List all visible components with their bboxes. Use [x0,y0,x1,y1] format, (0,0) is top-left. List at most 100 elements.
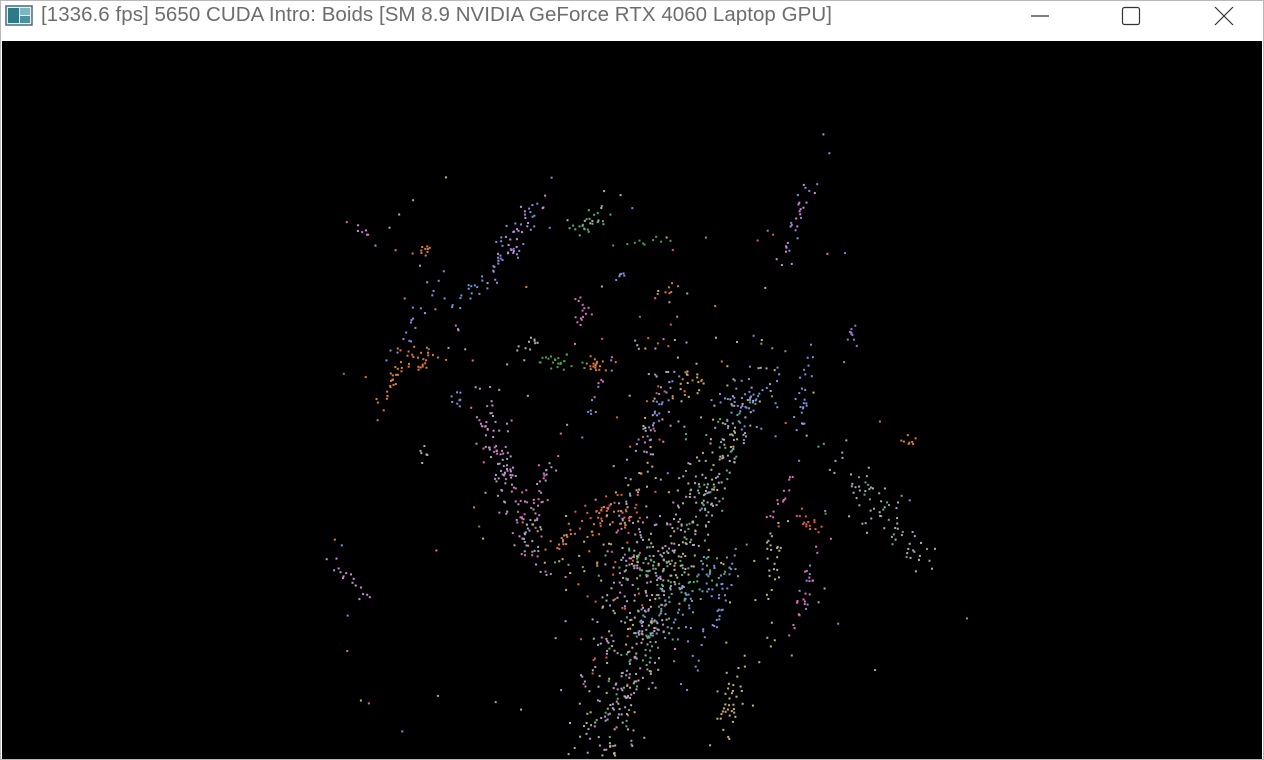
boid-particle [805,201,808,204]
boid-particle [685,341,688,344]
boid-particle [805,434,808,437]
boid-particle [520,223,522,226]
boid-particle [689,541,692,544]
boid-particle [424,312,427,314]
boid-particle [589,368,592,371]
boid-particle [660,403,663,406]
boid-particle [697,381,700,384]
boid-particle [733,396,736,399]
boid-particle [519,499,522,502]
boid-particle [667,371,670,373]
boid-particle [809,564,811,567]
boid-particle [796,237,799,240]
boid-particle [602,543,605,546]
boid-particle [660,607,663,610]
boid-particle [633,680,636,683]
boid-particle [659,386,662,389]
boid-particle [539,480,541,483]
boid-particle [900,534,903,537]
boid-particle [730,411,733,414]
boid-particle [689,463,692,465]
boid-particle [680,591,683,594]
minimize-button[interactable] [994,1,1086,31]
boid-particle [828,152,831,155]
boid-particle [698,485,701,488]
boid-particle [573,532,576,535]
boid-particle [804,515,807,518]
boid-particle [594,600,597,603]
boid-particle [642,561,645,564]
boid-particle [396,347,399,350]
boid-particle [470,285,473,288]
boid-particle [554,561,557,564]
boid-particle [612,640,615,643]
boid-particle [633,711,636,714]
boid-particle [805,569,808,572]
boid-particle [512,247,515,250]
boid-particle [549,573,552,575]
boid-particle [721,454,724,457]
boid-particle [687,462,690,465]
boid-particle [451,306,454,309]
boid-particle [646,435,649,438]
boid-particle [641,659,644,662]
boid-particle [726,384,729,387]
boid-particle [882,508,885,511]
boid-particle [598,533,601,536]
boid-particle [652,555,655,557]
boid-particle [598,744,601,747]
maximize-button[interactable] [1085,1,1177,31]
boid-particle [583,227,586,230]
boid-particle [544,570,547,573]
boid-particle [634,507,637,509]
boid-particle [719,418,722,421]
boid-particle [668,292,671,295]
boid-particle [540,528,543,531]
boid-particle [804,389,807,391]
boids-simulation-viewport[interactable] [2,41,1262,759]
app-icon[interactable] [5,4,33,26]
boid-particle [638,528,641,531]
boid-particle [411,306,414,309]
boid-particle [514,500,517,503]
boid-particle [562,540,564,543]
boid-particle [547,357,550,360]
boid-particle [671,397,674,400]
boid-particle [629,686,632,689]
boid-particle [744,405,747,408]
boid-particle [479,422,482,425]
boid-particle [621,547,624,549]
boid-particle [620,653,623,656]
boid-particle [386,390,389,393]
boid-particle [737,575,739,578]
boid-particle [679,518,681,521]
boid-particle [671,527,674,529]
boid-particle [471,359,474,362]
boid-particle [784,350,787,353]
boid-particle [598,368,601,371]
boid-particle [833,471,836,474]
boid-particle [655,574,658,577]
boid-particle [604,563,607,566]
title-bar[interactable]: [1336.6 fps] 5650 CUDA Intro: Boids [SM … [1,1,1263,41]
boid-particle [912,443,915,446]
boid-particle [631,646,634,649]
boid-particle [707,511,710,514]
boid-particle [610,550,613,553]
boid-particle [797,613,800,616]
boid-particle [569,572,572,574]
boid-particle [733,379,736,382]
boid-particle [615,531,618,534]
boid-particle [687,581,690,584]
boid-particle [574,316,577,319]
boid-particle [784,422,787,424]
close-button[interactable] [1178,1,1264,31]
boid-particle [657,562,660,565]
boid-particle [516,228,518,231]
boid-particle [612,465,615,468]
boid-particle [853,338,855,341]
boid-particle [718,594,721,597]
boid-particle [524,500,526,503]
boid-particle [623,595,626,598]
boid-particle [520,708,523,711]
